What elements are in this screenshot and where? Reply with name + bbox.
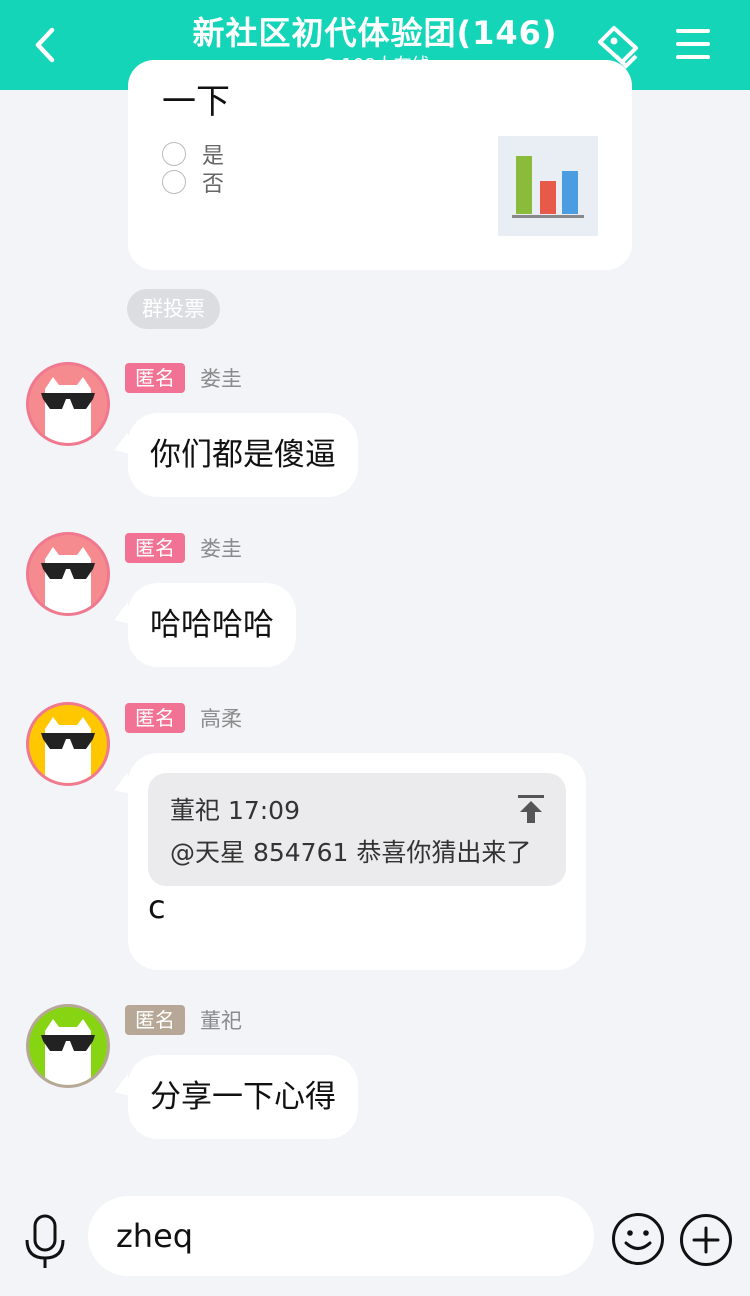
message-bubble[interactable]: 哈哈哈哈 [128, 583, 296, 667]
anonymous-badge: 匿名 [125, 1005, 185, 1035]
quote-header: 董祀 17:09 [170, 796, 300, 825]
group-title: 新社区初代体验团(146) [192, 14, 558, 52]
sender-name: 娄圭 [200, 537, 242, 561]
chevron-left-icon [35, 27, 55, 63]
avatar[interactable] [26, 1004, 110, 1088]
message-input[interactable] [88, 1196, 594, 1276]
emoji-button[interactable] [611, 1212, 665, 1266]
anonymous-badge: 匿名 [125, 533, 185, 563]
back-button[interactable] [28, 22, 68, 68]
avatar[interactable] [26, 362, 110, 446]
reply-message-bubble[interactable]: 董祀 17:09 @天星 854761 恭喜你猜出来了 c [128, 753, 586, 970]
sender-name: 高柔 [200, 707, 242, 731]
cat-sunglasses-icon [41, 1019, 95, 1085]
bar-chart-icon [498, 136, 598, 236]
menu-button[interactable] [674, 26, 712, 62]
microphone-icon [25, 1214, 65, 1268]
group-vote-label: 群投票 [127, 289, 220, 329]
quote-text: @天星 854761 恭喜你猜出来了 [170, 838, 532, 867]
sender-name: 董祀 [200, 1009, 242, 1033]
cat-sunglasses-icon [41, 377, 95, 443]
vote-option-no[interactable]: 否 [162, 166, 224, 198]
quoted-message[interactable]: 董祀 17:09 @天星 854761 恭喜你猜出来了 [148, 773, 566, 886]
avatar[interactable] [26, 702, 110, 786]
cat-sunglasses-icon [41, 717, 95, 783]
avatar[interactable] [26, 532, 110, 616]
sender-name: 娄圭 [200, 367, 242, 391]
radio-icon [162, 142, 186, 166]
smiley-icon [612, 1213, 664, 1265]
jump-to-top-icon[interactable] [516, 793, 546, 825]
message-bubble[interactable]: 分享一下心得 [128, 1055, 358, 1139]
input-bar [0, 1180, 750, 1296]
message-bubble[interactable]: 你们都是傻逼 [128, 413, 358, 497]
plus-icon [680, 1214, 732, 1266]
hamburger-menu-icon [676, 29, 710, 59]
group-vote-card[interactable]: 一下 是 否 [128, 60, 632, 270]
more-actions-button[interactable] [679, 1213, 733, 1267]
anonymous-badge: 匿名 [125, 363, 185, 393]
reply-text: c [148, 888, 166, 926]
cat-sunglasses-icon [41, 547, 95, 613]
voice-button[interactable] [22, 1214, 68, 1270]
vote-question: 一下 [162, 82, 230, 122]
radio-icon [162, 170, 186, 194]
anonymous-badge: 匿名 [125, 703, 185, 733]
